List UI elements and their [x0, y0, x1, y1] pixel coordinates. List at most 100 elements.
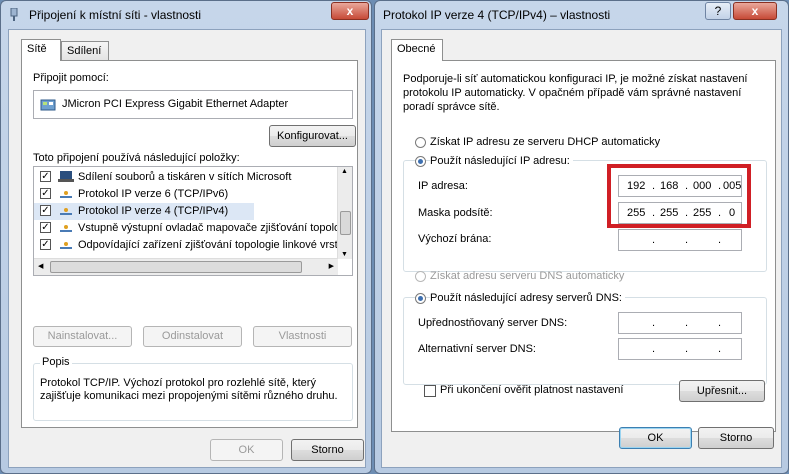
item-label: Protokol IP verze 6 (TCP/IPv6) [78, 188, 229, 200]
general-panel: Podporuje-li síť automatickou konfigurac… [391, 60, 776, 432]
uninstall-button[interactable]: Odinstalovat [143, 326, 242, 347]
left-cancel-button[interactable]: Storno [291, 439, 364, 461]
item-checkbox[interactable]: ✓ [40, 222, 51, 233]
horizontal-scroll-thumb[interactable] [50, 261, 302, 273]
subnet-mask-label: Maska podsítě: [418, 207, 493, 219]
adapter-icon [40, 97, 56, 116]
scroll-right-arrow-icon[interactable]: ▶ [329, 262, 334, 270]
items-list: ✓ Sdílení souborů a tiskáren v sítích Mi… [33, 166, 353, 276]
validate-checkbox[interactable] [424, 385, 436, 397]
properties-button[interactable]: Vlastnosti [253, 326, 352, 347]
left-ok-label: OK [238, 444, 255, 456]
uninstall-button-label: Odinstalovat [161, 330, 224, 342]
scroll-left-arrow-icon[interactable]: ◀ [38, 262, 43, 270]
protocol-icon [58, 239, 74, 251]
right-window-title: Protokol IP verze 4 (TCP/IPv4) – vlastno… [383, 8, 611, 22]
right-cancel-button[interactable]: Storno [698, 427, 774, 449]
item-checkbox[interactable]: ✓ [40, 188, 51, 199]
validate-label: Při ukončení ověřit platnost nastavení [440, 384, 624, 396]
tab-sharing[interactable]: Sdílení [61, 41, 109, 61]
advanced-button[interactable]: Upřesnit... [679, 380, 765, 402]
description-group: Popis Protokol TCP/IP. Výchozí protokol … [33, 356, 353, 421]
gateway-field[interactable]: . . . [618, 229, 742, 251]
description-text-line2: zajišťuje komunikaci mezi propojenými sí… [40, 390, 338, 402]
description-label: Popis [40, 356, 72, 368]
intro-line1: Podporuje-li síť automatickou konfigurac… [403, 73, 748, 85]
left-titlebar[interactable]: Připojení k místní síti - vlastnosti x [1, 1, 371, 29]
preferred-dns-field[interactable]: . . . [618, 312, 742, 334]
pdns-dot: . [652, 317, 656, 329]
right-client-area: Obecné Podporuje-li síť automatickou kon… [381, 29, 782, 468]
auto-dns-radio[interactable] [415, 271, 426, 282]
list-item-selected[interactable]: ✓ Protokol IP verze 4 (TCP/IPv4) [34, 203, 254, 220]
tab-networking-label: Sítě [27, 43, 47, 55]
share-icon [58, 171, 74, 183]
configure-button[interactable]: Konfigurovat... [269, 125, 356, 147]
adns-dot: . [718, 343, 722, 355]
adns-dot: . [652, 343, 656, 355]
manual-ip-radio[interactable] [415, 156, 426, 167]
tab-general[interactable]: Obecné [391, 39, 443, 61]
ip-address-label: IP adresa: [418, 180, 468, 192]
alternate-dns-label: Alternativní server DNS: [418, 343, 536, 355]
pdns-dot: . [685, 317, 689, 329]
manual-dns-label: Použít následující adresy serverů DNS: [430, 292, 625, 304]
pdns-dot: . [718, 317, 722, 329]
gateway-label: Výchozí brána: [418, 233, 492, 245]
right-cancel-label: Storno [719, 432, 753, 444]
install-button[interactable]: Nainstalovat... [33, 326, 132, 347]
networking-panel: Připojit pomocí: JMicron PCI Express Gig… [21, 60, 358, 428]
local-connection-properties-window: Připojení k místní síti - vlastnosti x S… [0, 0, 372, 474]
auto-ip-label: Získat IP adresu ze serveru DHCP automat… [430, 136, 661, 148]
protocol-icon [58, 205, 74, 217]
item-label: Sdílení souborů a tiskáren v sítích Micr… [78, 171, 292, 183]
help-icon: ? [714, 4, 722, 18]
adapter-name: JMicron PCI Express Gigabit Ethernet Ada… [62, 98, 289, 110]
scroll-down-arrow-icon[interactable]: ▼ [341, 251, 348, 258]
gw-dot: . [718, 234, 722, 246]
properties-button-label: Vlastnosti [278, 330, 327, 342]
adapter-box: JMicron PCI Express Gigabit Ethernet Ada… [33, 90, 353, 119]
close-icon: x [346, 4, 354, 18]
close-icon: x [751, 4, 759, 18]
manual-dns-radio[interactable] [415, 293, 426, 304]
item-label: Vstupně výstupní ovladač mapovače zjišťo… [78, 222, 341, 234]
configure-button-label: Konfigurovat... [277, 130, 348, 142]
scroll-up-arrow-icon[interactable]: ▲ [341, 168, 348, 175]
left-cancel-label: Storno [311, 444, 344, 456]
tab-networking[interactable]: Sítě [21, 39, 61, 61]
protocol-icon [58, 222, 74, 234]
help-button[interactable]: ? [705, 2, 731, 20]
manual-ip-label: Použít následující IP adresu: [430, 155, 573, 167]
left-client-area: Sítě Sdílení Připojit pomocí: JMicron PC… [8, 29, 366, 468]
items-label: Toto připojení používá následující polož… [33, 152, 240, 164]
gw-dot: . [652, 234, 656, 246]
left-window-title: Připojení k místní síti - vlastnosti [29, 8, 202, 22]
item-checkbox[interactable]: ✓ [40, 205, 51, 216]
item-checkbox[interactable]: ✓ [40, 239, 51, 250]
right-ok-button[interactable]: OK [619, 427, 692, 449]
alternate-dns-field[interactable]: . . . [618, 338, 742, 360]
right-close-button[interactable]: x [733, 2, 777, 20]
adns-dot: . [685, 343, 689, 355]
auto-dns-label: Získat adresu serveru DNS automaticky [430, 270, 625, 282]
horizontal-scrollbar[interactable]: ◀ ▶ [34, 258, 338, 275]
highlight-box [607, 164, 751, 228]
auto-ip-radio[interactable] [415, 137, 426, 148]
protocol-icon [58, 188, 74, 200]
item-label: Odpovídající zařízení zjišťování topolog… [78, 239, 338, 251]
vertical-scroll-thumb[interactable] [340, 211, 351, 235]
item-checkbox[interactable]: ✓ [40, 171, 51, 182]
right-titlebar[interactable]: Protokol IP verze 4 (TCP/IPv4) – vlastno… [375, 1, 788, 29]
network-icon [9, 7, 19, 22]
left-close-button[interactable]: x [331, 2, 369, 20]
tab-sharing-label: Sdílení [67, 45, 102, 57]
left-ok-button[interactable]: OK [210, 439, 283, 461]
description-text-line1: Protokol TCP/IP. Výchozí protokol pro ro… [40, 377, 316, 389]
intro-line2: protokolu IP automaticky. V opačném příp… [403, 87, 742, 99]
preferred-dns-label: Upřednostňovaný server DNS: [418, 317, 568, 329]
right-ok-label: OK [647, 432, 664, 444]
vertical-scrollbar[interactable]: ▲ ▼ [337, 167, 352, 259]
gw-dot: . [685, 234, 689, 246]
intro-line3: poradí správce sítě. [403, 101, 500, 113]
